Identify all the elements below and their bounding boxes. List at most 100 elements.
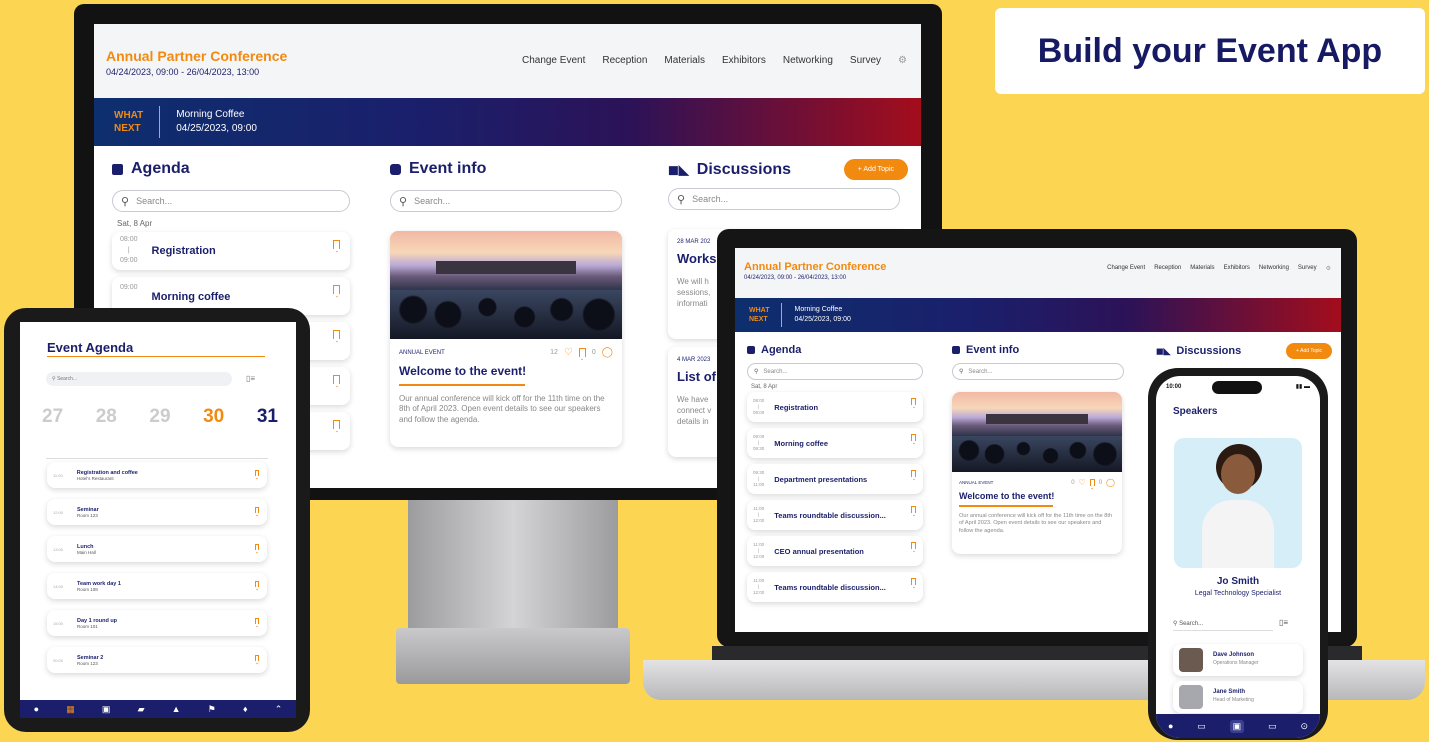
- heart-icon[interactable]: ♡: [564, 347, 573, 358]
- bookmark-icon[interactable]: [255, 470, 259, 476]
- agenda-item[interactable]: 11:00 | 12:00 Teams roundtable discussion..…: [747, 500, 923, 530]
- filter-icon[interactable]: ▯≡: [246, 374, 255, 383]
- event-card-body: Our annual conference will kick off for …: [399, 394, 605, 424]
- nav-change-event[interactable]: Change Event: [522, 55, 585, 66]
- bookmark-icon[interactable]: [911, 398, 916, 405]
- tablet-agenda-item[interactable]: 13:00 Lunch Main Hall: [47, 536, 267, 562]
- agenda-search-input[interactable]: ⚲ Search...: [112, 190, 350, 212]
- discussion-search-input[interactable]: ⚲ Search...: [668, 188, 900, 210]
- chevron-up-icon[interactable]: ⊙: [1300, 721, 1308, 732]
- agenda-item[interactable]: 11:00 | 12:00 Teams roundtable discussion..…: [747, 572, 923, 602]
- agenda-item[interactable]: 08:00 | 09:00 Registration: [112, 232, 350, 270]
- bookmark-icon[interactable]: [255, 544, 259, 550]
- bell-icon[interactable]: ▲: [172, 704, 181, 714]
- tablet-agenda-item[interactable]: 20:00 Seminar 2 Room 123: [47, 647, 267, 673]
- nav-survey[interactable]: Survey: [850, 55, 881, 66]
- agenda-title: Agenda: [131, 160, 190, 177]
- tablet-search-input[interactable]: ⚲ Search...: [46, 372, 232, 386]
- bookmark-icon[interactable]: [255, 618, 259, 624]
- nav-materials[interactable]: Materials: [1190, 265, 1214, 272]
- tablet-item-place: Room 123: [77, 660, 98, 666]
- bookmark-icon[interactable]: [911, 434, 916, 441]
- gear-icon[interactable]: ⚙: [1326, 265, 1331, 272]
- agenda-item-title: Morning coffee: [774, 438, 829, 448]
- add-topic-button[interactable]: + Add Topic: [1286, 343, 1332, 359]
- heart-icon[interactable]: ♡: [1079, 478, 1086, 487]
- pin-icon[interactable]: ♦: [243, 704, 248, 714]
- info-icon: [952, 346, 960, 354]
- what-next-bar[interactable]: WHAT NEXT Morning Coffee 04/25/2023, 09:…: [735, 298, 1341, 332]
- person-row[interactable]: Dave Johnson Operations Manager: [1173, 644, 1303, 676]
- calendar-icon[interactable]: ▦: [66, 704, 75, 715]
- event-card[interactable]: ANNUAL EVENT 0 ♡ 0 ◯ Welcome to the event!…: [952, 392, 1122, 554]
- nav-networking[interactable]: Networking: [783, 55, 833, 66]
- nav-exhibitors[interactable]: Exhibitors: [722, 55, 766, 66]
- info-icon[interactable]: ●: [1168, 721, 1173, 731]
- tablet-agenda-item[interactable]: 14:00 Team work day 1 Room 108: [47, 573, 267, 599]
- discussions-title: Discussions: [696, 160, 792, 178]
- bookmark-icon[interactable]: [911, 542, 916, 549]
- nav-reception[interactable]: Reception: [1154, 265, 1181, 272]
- phone-title: Speakers: [1173, 406, 1218, 417]
- comment-icon[interactable]: ◯: [602, 347, 613, 358]
- search-icon: ⚲: [399, 195, 408, 208]
- tablet-agenda-item[interactable]: 11:00 Registration and coffee Hotel's Rest…: [47, 462, 267, 488]
- bookmark-icon[interactable]: [911, 578, 916, 585]
- tablet-agenda-item[interactable]: 15:00 Day 1 round up Room 101: [47, 610, 267, 636]
- day-tab[interactable]: 28: [96, 406, 117, 428]
- bookmark-icon[interactable]: [333, 420, 340, 429]
- bookmark-icon[interactable]: [578, 348, 586, 357]
- info-icon[interactable]: ●: [34, 704, 39, 714]
- agenda-item[interactable]: 08:00 | 09:00 Registration: [747, 392, 923, 422]
- agenda-item[interactable]: 09:00 | 09:30 Morning coffee: [747, 428, 923, 458]
- folder-icon[interactable]: ▭: [1268, 721, 1277, 732]
- day-selector: 27 28 29 30 31: [42, 406, 278, 428]
- agenda-search-input[interactable]: ⚲ Search...: [747, 363, 923, 380]
- bookmark-icon[interactable]: [255, 507, 259, 513]
- nav-exhibitors[interactable]: Exhibitors: [1224, 265, 1250, 272]
- add-topic-button[interactable]: + Add Topic: [843, 159, 908, 180]
- nav-networking[interactable]: Networking: [1259, 265, 1289, 272]
- filter-icon[interactable]: ▯≡: [1279, 618, 1288, 627]
- bookmark-icon[interactable]: [911, 506, 916, 513]
- phone-tabbar: ● ▭ ▣ ▭ ⊙: [1156, 714, 1320, 738]
- nav-reception[interactable]: Reception: [602, 55, 647, 66]
- nav-materials[interactable]: Materials: [664, 55, 705, 66]
- chevron-up-icon[interactable]: ⌃: [275, 704, 283, 715]
- tablet-agenda-item[interactable]: 12:00 Seminar Room 123: [47, 499, 267, 525]
- nav-survey[interactable]: Survey: [1298, 265, 1317, 272]
- bookmark-icon[interactable]: [333, 330, 340, 339]
- speaker-photo[interactable]: [1174, 438, 1302, 568]
- day-tab[interactable]: 27: [42, 406, 63, 428]
- comment-icon[interactable]: ◯: [1106, 478, 1115, 487]
- person-icon[interactable]: ▣: [1229, 719, 1245, 733]
- day-tab-active[interactable]: 30: [203, 406, 224, 428]
- bookmark-icon[interactable]: [333, 285, 340, 294]
- person-icon[interactable]: ▣: [102, 704, 111, 715]
- bookmark-icon[interactable]: [333, 240, 340, 249]
- phone-search-input[interactable]: ⚲ Search...: [1173, 617, 1273, 631]
- agenda-column: Agenda ⚲ Search... Sat, 8 Apr 08:00 | 09:0…: [747, 344, 923, 602]
- bookmark-icon[interactable]: [333, 375, 340, 384]
- event-search-input[interactable]: ⚲ Search...: [952, 363, 1124, 380]
- bookmark-icon[interactable]: [911, 470, 916, 477]
- bookmark-icon[interactable]: [1089, 479, 1095, 486]
- event-search-input[interactable]: ⚲ Search...: [390, 190, 622, 212]
- day-tab[interactable]: 31: [257, 406, 278, 428]
- day-tab[interactable]: 29: [149, 406, 170, 428]
- bookmark-icon[interactable]: [255, 581, 259, 587]
- person-row[interactable]: Jane Smith Head of Marketing: [1173, 681, 1303, 713]
- bookmark-icon[interactable]: [255, 655, 259, 661]
- nav-change-event[interactable]: Change Event: [1107, 265, 1145, 272]
- tablet-screen: Event Agenda ⚲ Search... ▯≡ 27 28 29 30 …: [20, 322, 296, 718]
- agenda-item[interactable]: 09:30 | 11:00 Department presentations: [747, 464, 923, 494]
- agenda-item[interactable]: 11:00 | 12:00 CEO annual presentation: [747, 536, 923, 566]
- gear-icon[interactable]: ⚙: [898, 55, 907, 66]
- flag-icon[interactable]: ⚑: [208, 704, 216, 715]
- event-card[interactable]: ANNUAL EVENT 12 ♡ 0 ◯ Welcome to the event…: [390, 231, 622, 447]
- calendar-icon[interactable]: ▭: [1197, 721, 1206, 732]
- folder-icon[interactable]: ▰: [138, 704, 145, 715]
- status-time: 10:00: [1166, 384, 1182, 390]
- what-next-bar[interactable]: WHAT NEXT Morning Coffee 04/25/2023, 09:…: [94, 98, 921, 146]
- app-header: Annual Partner Conference 04/24/2023, 09…: [735, 248, 1341, 298]
